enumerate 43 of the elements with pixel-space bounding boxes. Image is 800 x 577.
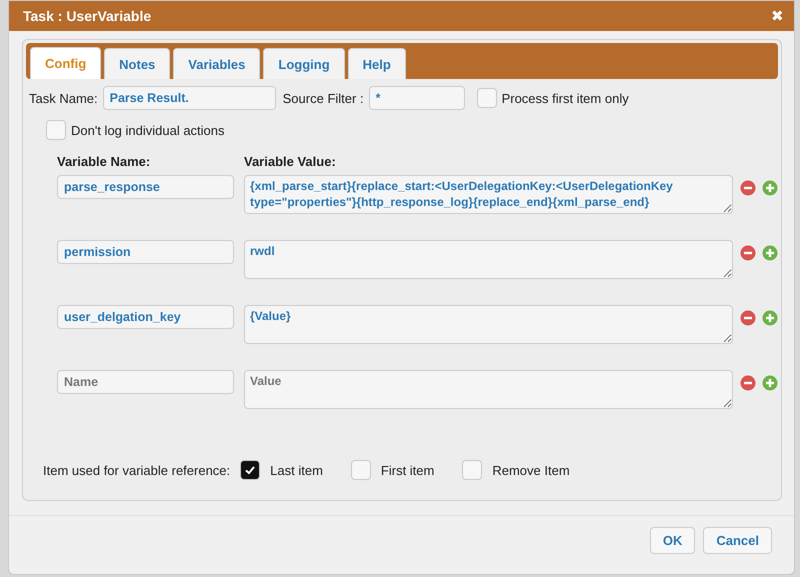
add-icon[interactable] (762, 310, 778, 326)
variable-value-field[interactable]: {Value} (244, 305, 733, 344)
variable-value-field[interactable]: rwdl (244, 240, 733, 279)
checkbox-label: First item (380, 462, 434, 478)
checkbox-label: Last item (270, 462, 323, 478)
checkbox[interactable] (462, 460, 482, 480)
variable-name-field[interactable]: user_delgation_key (57, 305, 234, 329)
tab[interactable]: Config (30, 47, 102, 79)
checkbox-label: Don't log individual actions (71, 122, 225, 138)
variable-name-field[interactable]: permission (57, 240, 234, 264)
tab[interactable]: Logging (263, 48, 345, 79)
add-icon[interactable] (762, 375, 778, 391)
checkbox[interactable] (240, 460, 260, 480)
tab[interactable]: Notes (104, 48, 170, 79)
field-label: Source Filter : (282, 90, 364, 106)
checkmark-icon (244, 464, 256, 476)
checkbox-label: Remove Item (492, 462, 570, 478)
remove-icon[interactable] (740, 310, 756, 326)
add-icon[interactable] (762, 180, 778, 196)
column-header: Variable Value: (244, 154, 336, 169)
source-filter-field[interactable]: * (368, 86, 465, 110)
variable-name-field[interactable]: parse_response (57, 175, 234, 199)
field-label: Item used for variable reference: (43, 462, 230, 478)
remove-icon[interactable] (740, 375, 756, 391)
remove-icon[interactable] (740, 245, 756, 261)
checkbox[interactable] (476, 88, 497, 108)
tab[interactable]: Variables (173, 48, 260, 79)
window-title: Task : UserVariable (23, 8, 152, 24)
checkbox-label: Process first item only (502, 90, 629, 106)
remove-icon[interactable] (740, 180, 756, 196)
variable-name-field[interactable]: Name (57, 370, 234, 394)
tab[interactable]: Help (348, 48, 406, 79)
checkbox[interactable] (350, 460, 371, 480)
task-name-field[interactable]: Parse Result. (102, 86, 276, 110)
ok-button[interactable]: OK (650, 526, 696, 554)
cancel-button[interactable]: Cancel (703, 526, 772, 554)
column-header: Variable Name: (57, 154, 152, 169)
variable-value-field[interactable]: {xml_parse_start}{replace_start:<UserDelegationKey:<UserDelegationKey type="properties"}{http_response_log}{replace_end}{xml_parse_end} (244, 175, 733, 214)
field-label: Task Name: (29, 90, 98, 106)
checkbox[interactable] (46, 120, 66, 140)
close-button[interactable]: ✖ (771, 7, 784, 25)
add-icon[interactable] (762, 245, 778, 261)
variable-value-field[interactable]: Value (244, 370, 733, 409)
